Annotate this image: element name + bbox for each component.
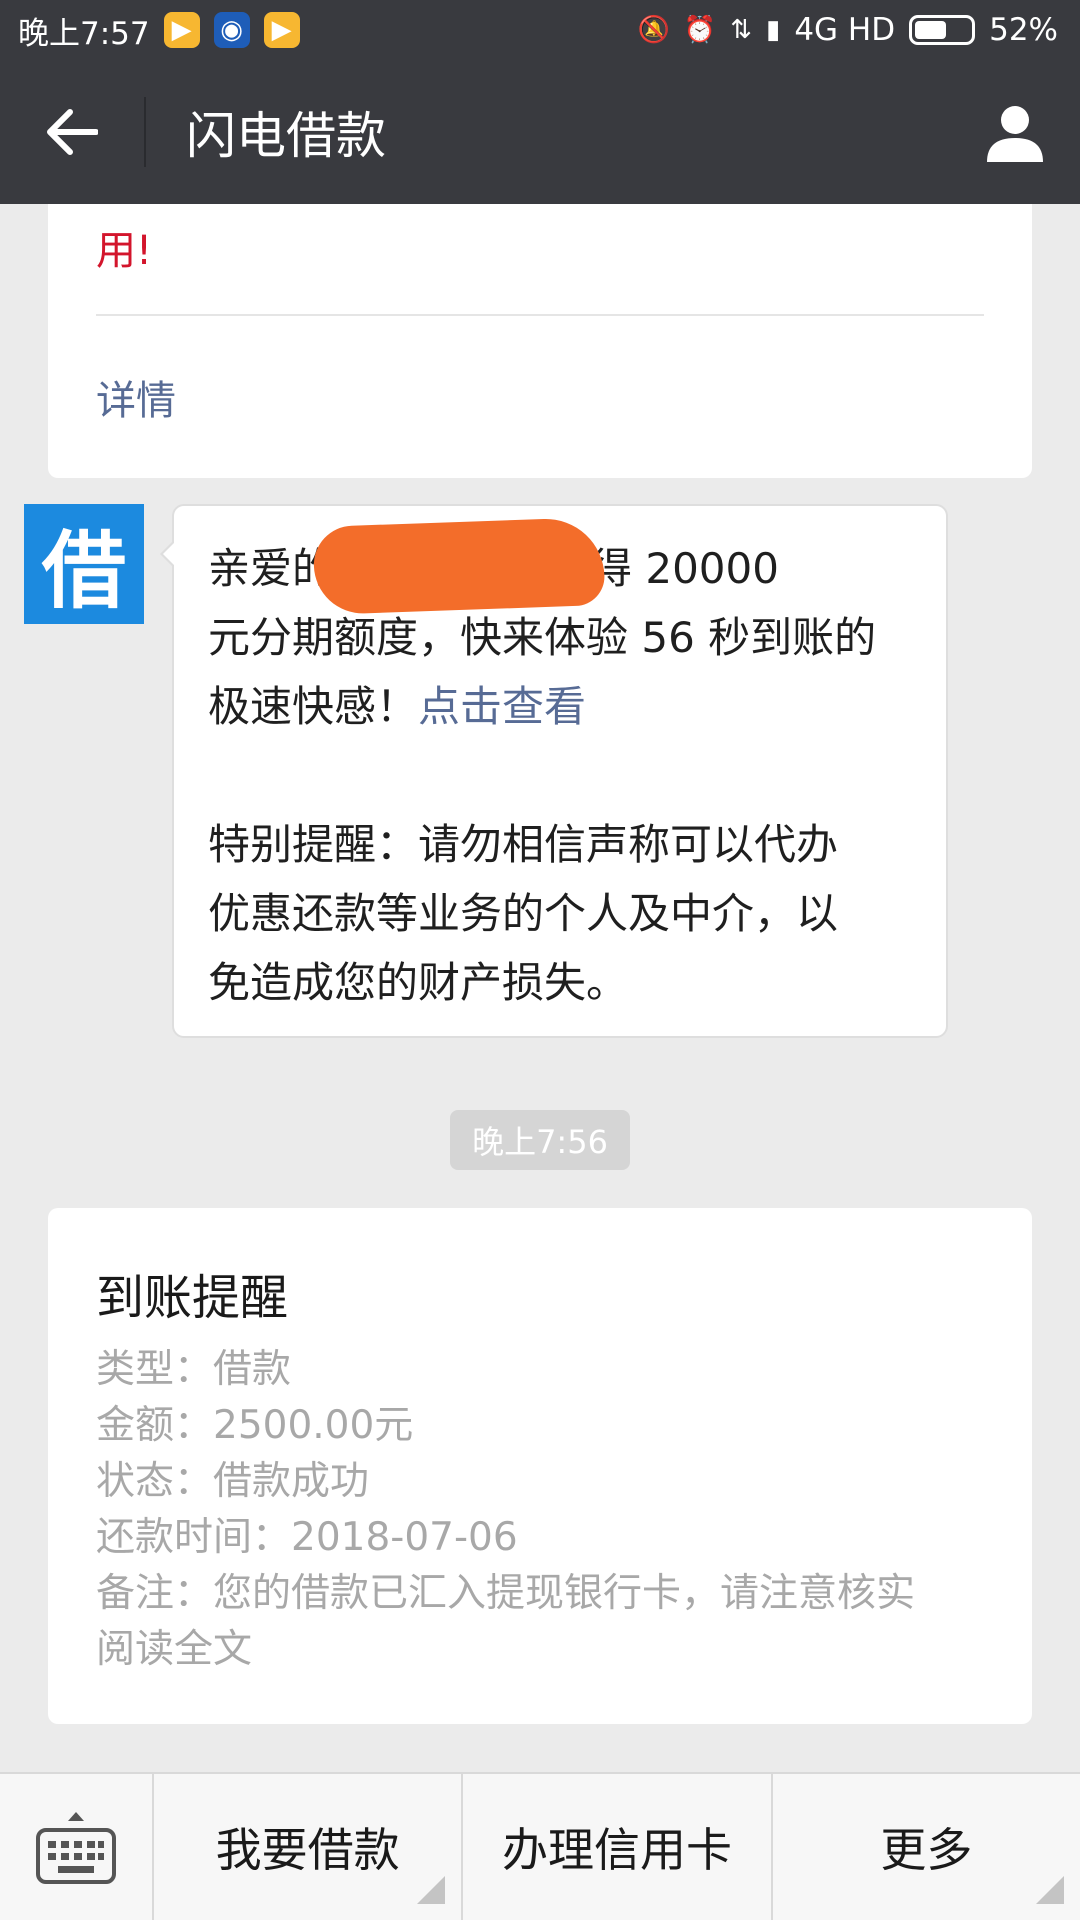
menu-item-label: 更多 [880, 1823, 973, 1877]
app-notification-icon: ▶ [263, 12, 300, 48]
menu-item-borrow[interactable]: 我要借款 [154, 1774, 464, 1920]
avatar-logo: 借 [41, 521, 126, 620]
menu-item-more[interactable]: 更多 [773, 1774, 1080, 1920]
keyboard-icon [36, 1828, 116, 1884]
nav-bar: 闪电借款 [0, 60, 1080, 204]
article-card[interactable]: 用! 详情 [48, 204, 1032, 478]
page-title: 闪电借款 [186, 107, 386, 165]
battery-icon [909, 15, 976, 45]
data-transfer-icon: ⇅ [730, 15, 752, 45]
warning-line: 优惠还款等业务的个人及中介，以 [208, 889, 839, 938]
avatar[interactable]: 借 [24, 504, 144, 624]
status-bar: 晚上7:57 ▶ ◉ ▶ 🔕 ⏰ ⇅ ▮ 4G HD 52% [0, 0, 1080, 60]
keyboard-toggle-button[interactable] [0, 1774, 154, 1920]
nav-divider [144, 97, 146, 167]
network-type: 4G HD [794, 12, 896, 48]
message-line: 极速快感！点击查看 [208, 682, 587, 731]
card-divider [96, 314, 984, 316]
notice-row: 备注：您的借款已汇入提现银行卡，请注意核实 [96, 1571, 916, 1616]
notice-row: 还款时间：2018-07-06 [96, 1515, 518, 1560]
submenu-indicator-icon [417, 1876, 446, 1904]
notice-row: 状态：借款成功 [96, 1459, 370, 1504]
status-bar-right: 🔕 ⏰ ⇅ ▮ 4G HD 52% [637, 12, 1058, 48]
message-line: 元分期额度，快来体验 56 秒到账的 [208, 613, 877, 662]
view-link[interactable]: 点击查看 [418, 682, 586, 731]
message-timestamp: 晚上7:56 [450, 1110, 630, 1170]
signal-icon: ▮ [766, 15, 781, 45]
profile-button[interactable] [950, 60, 1080, 204]
notice-row: 类型：借款 [96, 1347, 292, 1392]
notice-row: 金额：2500.00元 [96, 1403, 414, 1448]
user-icon [987, 106, 1043, 162]
back-arrow-icon [47, 109, 98, 155]
alarm-icon: ⏰ [683, 15, 717, 45]
redaction-mark [312, 516, 606, 616]
menu-item-label: 办理信用卡 [501, 1823, 732, 1877]
status-time: 晚上7:57 [18, 15, 150, 52]
mute-icon: 🔕 [637, 15, 670, 45]
read-full-link[interactable]: 阅读全文 [96, 1622, 984, 1678]
chevron-up-icon [68, 1812, 84, 1821]
battery-level: 52% [989, 12, 1058, 48]
status-bar-left: 晚上7:57 ▶ ◉ ▶ [18, 8, 300, 53]
submenu-indicator-icon [1035, 1876, 1064, 1904]
notice-card[interactable]: 到账提醒 类型：借款 金额：2500.00元 状态：借款成功 还款时间：2018… [48, 1208, 1032, 1724]
article-text-tail: 用! [96, 228, 153, 274]
menu-item-label: 我要借款 [215, 1823, 400, 1877]
warning-line: 免造成您的财产损失。 [208, 958, 629, 1007]
bottom-menu: 我要借款 办理信用卡 更多 [0, 1772, 1080, 1920]
app-notification-icon: ▶ [163, 12, 200, 48]
details-link[interactable]: 详情 [96, 368, 176, 426]
menu-item-credit-card[interactable]: 办理信用卡 [463, 1774, 773, 1920]
warning-line: 特别提醒：请勿相信声称可以代办 [208, 820, 839, 869]
app-notification-icon: ◉ [213, 12, 250, 48]
back-button[interactable] [0, 60, 144, 204]
notice-title: 到账提醒 [96, 1270, 289, 1326]
message-bubble: 亲爱的 喜您获得 20000 元分期额度，快来体验 56 秒到账的 极速快感！点击… [160, 504, 948, 1038]
